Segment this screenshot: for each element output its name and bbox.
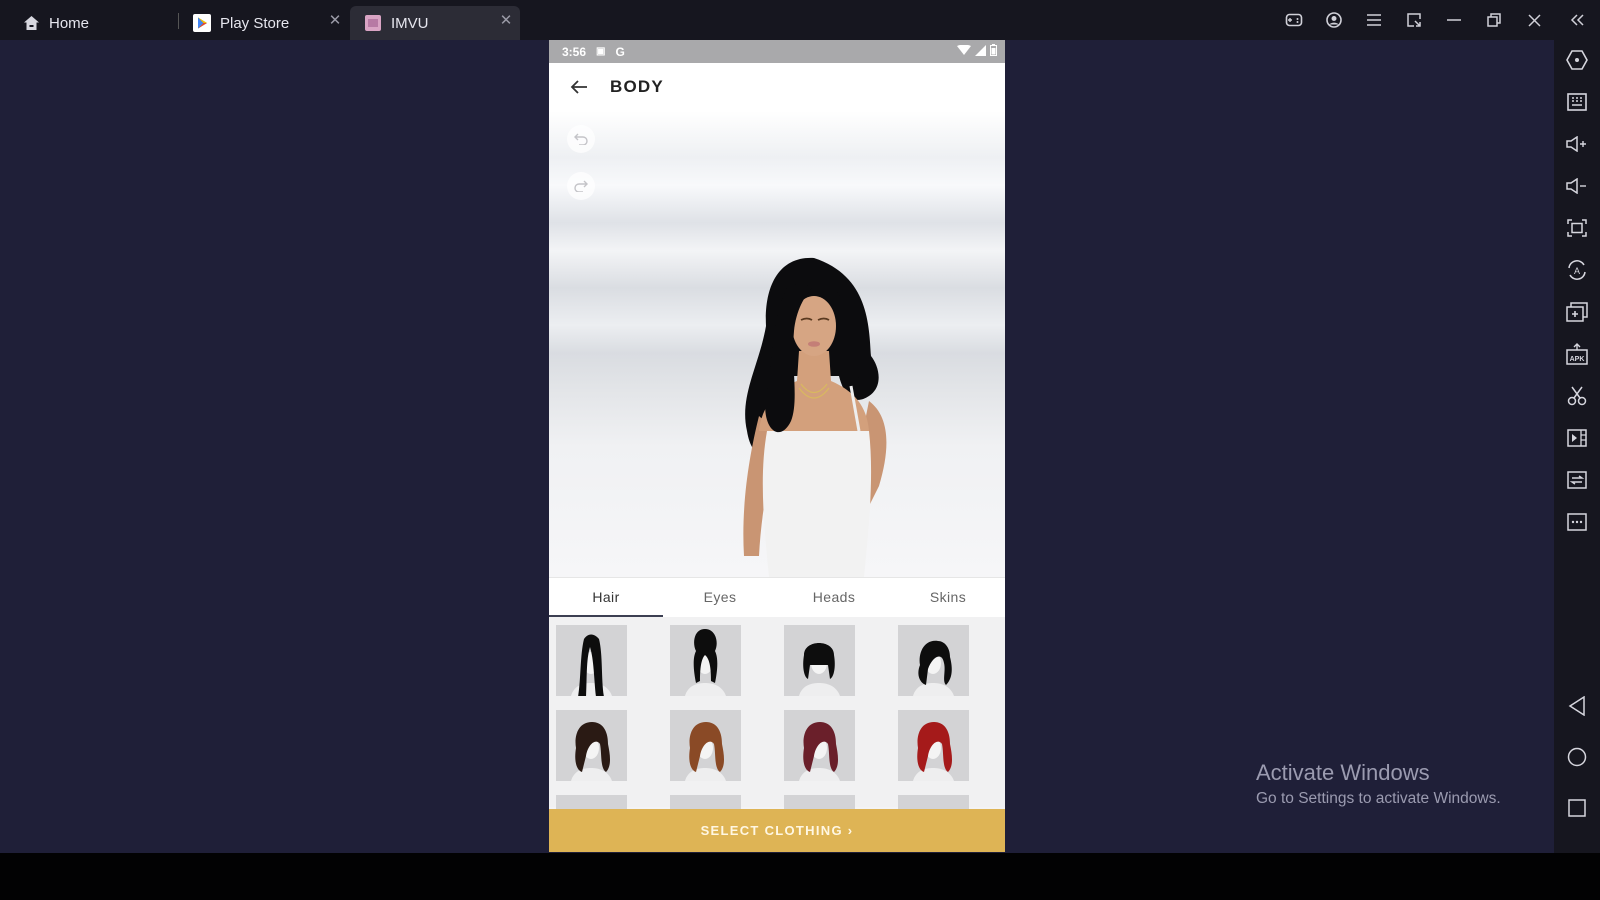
android-home-icon[interactable] [1554,741,1600,773]
hair-thumbnail [913,640,954,696]
hair-thumbnail [799,643,840,696]
imvu-app-icon [364,14,382,32]
home-icon [22,14,40,32]
hair-thumbnail [799,722,840,781]
page-title: BODY [610,77,664,96]
hair-thumbnail [685,722,726,781]
more-options-icon[interactable] [1554,506,1600,538]
tab-divider [178,13,179,29]
category-tabs: Hair Eyes Heads Skins [549,577,1005,617]
activate-windows-watermark: Activate Windows Go to Settings to activ… [1256,760,1501,808]
multi-instance-icon[interactable] [1554,296,1600,328]
hair-item[interactable] [784,795,855,809]
hair-item[interactable] [784,710,855,781]
tab-play-store[interactable]: Play Store [193,6,289,40]
back-button[interactable] [564,72,594,102]
menu-icon[interactable] [1354,0,1394,40]
hair-thumbnail [685,629,726,696]
hair-item[interactable] [898,710,969,781]
resize-window-icon[interactable] [1394,0,1434,40]
select-clothing-button[interactable]: SELECT CLOTHING › [549,809,1005,852]
emulator-toolbar: A APK [1554,40,1600,853]
record-video-icon[interactable] [1554,422,1600,454]
status-icons [957,44,997,56]
status-bar: 3:56 ▣ G [549,40,1005,63]
volume-up-icon[interactable] [1554,128,1600,160]
watermark-subtitle: Go to Settings to activate Windows. [1256,790,1501,807]
hair-grid [549,617,1005,809]
tab-imvu-label: IMVU [391,14,429,32]
hair-thumbnail [571,634,612,696]
hair-item[interactable] [784,625,855,696]
hair-item[interactable] [898,795,969,809]
android-recents-icon[interactable] [1554,792,1600,824]
status-time: 3:56 [562,44,587,59]
arrow-left-icon [570,80,587,94]
wifi-icon [957,44,971,55]
keyboard-icon[interactable] [1554,86,1600,118]
svg-text:A: A [1574,266,1580,276]
window-controls [1274,0,1600,40]
hair-item[interactable] [556,710,627,781]
fullscreen-icon[interactable] [1554,212,1600,244]
install-apk-icon[interactable]: APK [1554,338,1600,370]
battery-icon [990,44,997,56]
close-imvu-tab-button[interactable]: ✕ [498,11,514,29]
hair-item[interactable] [556,625,627,696]
scissors-icon[interactable] [1554,380,1600,412]
undo-icon [574,133,588,145]
collapse-sidebar-icon[interactable] [1554,0,1600,40]
close-play-store-tab-button[interactable]: ✕ [327,11,343,29]
settings-hexagon-icon[interactable] [1554,44,1600,76]
tab-home-label: Home [49,14,90,32]
sync-icon[interactable] [1554,464,1600,496]
close-icon[interactable] [1514,0,1554,40]
redo-icon [574,180,588,192]
undo-button[interactable] [567,125,595,153]
hair-item[interactable] [898,625,969,696]
svg-text:APK: APK [1570,356,1585,363]
gamepad-icon[interactable] [1274,0,1314,40]
emulator-window: Home Play Store ✕ IMVU ✕ A APK 3:56 ▣ G … [0,0,1600,853]
hair-item[interactable] [670,625,741,696]
tab-play-store-label: Play Store [220,14,290,32]
title-bar: Home Play Store ✕ IMVU ✕ [0,0,1600,40]
auto-rotate-icon[interactable]: A [1554,254,1600,286]
tab-hair[interactable]: Hair [549,578,663,617]
hair-item[interactable] [670,795,741,809]
account-icon[interactable] [1314,0,1354,40]
tab-eyes[interactable]: Eyes [663,578,777,617]
hair-item[interactable] [670,710,741,781]
signal-icon [975,44,986,56]
minimize-icon[interactable] [1434,0,1474,40]
android-back-icon[interactable] [1554,690,1600,722]
play-store-icon [193,14,211,32]
tab-skins[interactable]: Skins [891,578,1005,617]
notification-icon: ▣ [596,46,606,57]
avatar-preview[interactable] [549,111,1005,577]
redo-button[interactable] [567,172,595,200]
google-notification-icon: G [615,44,625,59]
hair-thumbnail [571,722,612,781]
hair-item[interactable] [556,795,627,809]
app-bar: BODY [549,63,1005,111]
android-screen: 3:56 ▣ G BODY Hair Eyes Heads Skins SELE… [549,40,1005,852]
tab-imvu[interactable]: IMVU ✕ [350,6,520,40]
tab-home[interactable]: Home [22,6,89,40]
avatar-model [743,257,887,577]
hair-thumbnail [913,722,954,781]
watermark-title: Activate Windows [1256,760,1430,785]
tab-heads[interactable]: Heads [777,578,891,617]
restore-icon[interactable] [1474,0,1514,40]
volume-down-icon[interactable] [1554,170,1600,202]
